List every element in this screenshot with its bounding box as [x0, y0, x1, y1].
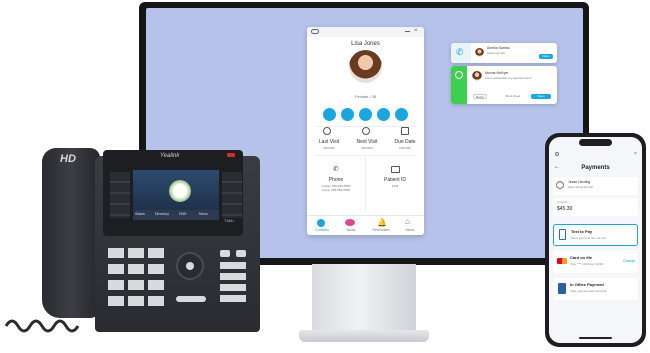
screen-title: Payments — [581, 165, 610, 171]
ok-button[interactable] — [186, 262, 194, 270]
nav-contacts[interactable]: Contacts — [311, 228, 333, 232]
smartphone-screen: × ← Payments Jesse Harding Main Street D… — [549, 137, 642, 343]
sms-notification[interactable]: Norma McKyer Can I reschedule my appoint… — [451, 66, 557, 104]
option-title: Card on file — [570, 255, 593, 260]
user-icon — [556, 181, 564, 189]
card-icon — [557, 258, 567, 264]
calendar-icon — [401, 127, 409, 135]
home-indicator — [579, 337, 612, 339]
sender-name: Norma McKyer — [485, 71, 509, 75]
phone-line: home: 555-555-5555 — [322, 188, 350, 192]
close-icon[interactable]: × — [414, 28, 418, 35]
field-label: Due Date — [394, 139, 416, 145]
notch — [579, 139, 612, 146]
customer-card[interactable]: Jesse Harding Main Street Dental — [553, 177, 638, 195]
call-notification[interactable]: ✆ Amelia Santos Incoming call Open — [451, 43, 557, 63]
sms-message: Can I reschedule my appointment? — [485, 76, 532, 80]
phone-display: Status Directory DND Menu — [133, 170, 219, 220]
open-call-button[interactable]: Open — [539, 54, 553, 59]
amount-value: $45.30 — [557, 206, 573, 212]
nav-menu[interactable]: Menu — [400, 228, 420, 232]
model-label: T46U — [224, 218, 234, 223]
handset[interactable] — [42, 148, 100, 318]
card-on-file-option[interactable]: Card on file Visa **** 1234 Exp 10/25 Ch… — [553, 251, 638, 273]
field-value: 5/5/2023 — [361, 146, 373, 150]
field-value: 5/4/2023 — [323, 146, 335, 150]
customer-detail: Main Street Dental — [568, 185, 593, 189]
hd-badge: HD — [60, 153, 76, 165]
nav-news[interactable]: News — [340, 228, 362, 232]
customer-name: Jesse Harding — [568, 180, 591, 184]
softkey-dnd[interactable]: DND — [179, 212, 187, 216]
in-office-payment-option[interactable]: In Office Payment Take payment with term… — [553, 278, 638, 300]
softkey-status[interactable]: Status — [135, 212, 145, 216]
call-detail: Incoming call — [487, 51, 505, 55]
contacts-icon[interactable] — [317, 219, 325, 227]
end-call-key[interactable] — [236, 250, 246, 257]
function-keys[interactable] — [220, 262, 246, 302]
person-clock-icon — [362, 127, 370, 135]
line-keys-right[interactable] — [222, 172, 242, 218]
nav-reminders[interactable]: Reminders — [369, 228, 393, 232]
person-icon — [323, 127, 331, 135]
caller-name: Amelia Santos — [487, 46, 510, 50]
minimize-icon[interactable] — [405, 31, 410, 32]
brand-logo: Yealink — [160, 153, 180, 159]
message-icon[interactable] — [341, 108, 354, 121]
terminal-icon — [558, 283, 566, 294]
answer-key[interactable] — [220, 250, 230, 257]
field-value: 6/4/2023 — [399, 146, 411, 150]
field-label: Last Visit — [318, 139, 340, 145]
bottom-nav: 🔔 ⌂ — [307, 215, 424, 235]
amount-field[interactable]: Amount $45.30 — [553, 198, 638, 216]
news-icon[interactable] — [345, 219, 355, 226]
app-logo-icon — [311, 29, 319, 34]
message-icon — [455, 71, 463, 79]
softkey-directory[interactable]: Directory — [155, 212, 169, 216]
caller-avatar — [475, 48, 484, 57]
id-card-icon — [391, 166, 400, 173]
change-card-link[interactable]: Change — [623, 259, 635, 263]
volume-bar[interactable] — [176, 296, 206, 302]
option-detail: Send payment link via text — [571, 236, 607, 240]
wallpaper-flower — [169, 180, 191, 202]
contact-avatar — [349, 50, 382, 83]
bell-icon[interactable]: 🔔 — [377, 218, 387, 227]
option-detail: Take payment with terminal — [570, 289, 607, 293]
monitor-stand — [312, 264, 416, 336]
patient-id-label: Patient ID — [384, 177, 406, 183]
softkey-menu[interactable]: Menu — [199, 212, 208, 216]
option-title: Text to Pay — [571, 229, 593, 234]
email-icon[interactable] — [359, 108, 372, 121]
option-detail: Visa **** 1234 Exp 10/25 — [570, 262, 604, 266]
contact-subtitle: Female / 38 — [354, 94, 377, 99]
phone-icon — [559, 229, 566, 240]
contact-app-window: × Lisa Jones Female / 38 Last Visit Next… — [307, 27, 424, 235]
phone-icon: ✆ — [456, 47, 464, 57]
line-keys-left[interactable] — [110, 172, 130, 218]
nav-cluster[interactable] — [176, 252, 204, 280]
app-logo-icon — [555, 152, 559, 156]
close-icon[interactable]: × — [634, 151, 637, 157]
menu-icon[interactable]: ⌂ — [405, 217, 410, 226]
amount-label: Amount — [557, 200, 568, 204]
document-icon[interactable] — [377, 108, 390, 121]
dial-keypad[interactable] — [108, 248, 166, 306]
mark-read-button[interactable]: Mark Read — [503, 94, 523, 99]
option-title: In Office Payment — [570, 282, 604, 287]
patient-id-value: 1234 — [391, 184, 399, 188]
payment-icon[interactable] — [395, 108, 408, 121]
open-sms-button[interactable]: Open — [531, 94, 551, 99]
app-title-bar: × — [307, 27, 424, 37]
reply-button[interactable]: Reply — [473, 94, 487, 99]
monitor-stand-base — [299, 330, 429, 342]
message-led — [227, 153, 235, 157]
phone-icon: ✆ — [333, 166, 339, 173]
text-to-pay-option[interactable]: Text to Pay Send payment link via text — [553, 224, 638, 246]
call-icon[interactable] — [323, 108, 336, 121]
contact-name: Lisa Jones — [351, 41, 380, 47]
sender-avatar — [472, 71, 482, 81]
field-label: Next Visit — [356, 139, 378, 145]
phone-label: Phone — [328, 177, 344, 183]
